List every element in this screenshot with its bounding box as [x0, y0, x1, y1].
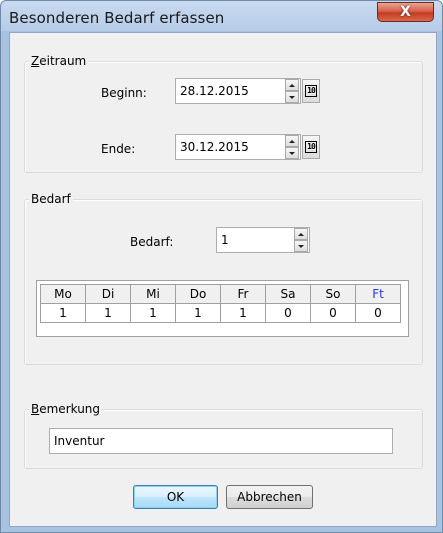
dialog-client-area: Zeitraum Beginn: 28.12.2015 10 Ende: 30.… — [9, 32, 437, 527]
weekday-grid[interactable]: Mo Di Mi Do Fr Sa So Ft 1 1 1 1 1 0 0 0 — [36, 280, 409, 337]
arrow-up-icon — [289, 140, 295, 143]
bedarf-value: 1 — [221, 233, 229, 247]
calendar-icon: 10 — [305, 141, 317, 153]
zeitraum-group-label: Zeitraum — [29, 54, 89, 68]
column-header-mo[interactable]: Mo — [40, 284, 86, 304]
window-title: Besonderen Bedarf erfassen — [9, 9, 225, 27]
close-icon: X — [400, 4, 411, 20]
title-bar[interactable]: Besonderen Bedarf erfassen X — [1, 1, 442, 35]
calendar-icon: 10 — [305, 85, 317, 97]
arrow-up-icon — [289, 84, 295, 87]
arrow-down-icon — [289, 152, 295, 155]
arrow-down-icon — [298, 245, 304, 248]
beginn-calendar-button[interactable]: 10 — [302, 79, 320, 103]
column-header-fr[interactable]: Fr — [220, 284, 266, 304]
column-header-mi[interactable]: Mi — [130, 284, 176, 304]
beginn-spin-down-button[interactable] — [285, 91, 299, 103]
bemerkung-value: Inventur — [54, 434, 105, 448]
ende-spinner[interactable] — [285, 135, 299, 159]
cancel-button[interactable]: Abbrechen — [226, 485, 313, 509]
bedarf-group-label: Bedarf — [29, 192, 73, 206]
dialog-window: Besonderen Bedarf erfassen X Zeitraum Be… — [0, 0, 443, 533]
column-header-di[interactable]: Di — [85, 284, 131, 304]
table-cell-mo[interactable]: 1 — [40, 303, 86, 323]
table-header-row: Mo Di Mi Do Fr Sa So Ft — [40, 284, 401, 304]
beginn-label: Beginn: — [101, 86, 147, 100]
table-cell-so[interactable]: 0 — [310, 303, 356, 323]
ok-button[interactable]: OK — [133, 485, 218, 509]
beginn-spin-up-button[interactable] — [285, 79, 299, 91]
ende-spin-down-button[interactable] — [285, 147, 299, 159]
beginn-spinner[interactable] — [285, 79, 299, 103]
weekday-table: Mo Di Mi Do Fr Sa So Ft 1 1 1 1 1 0 0 0 — [40, 284, 401, 323]
column-header-so[interactable]: So — [310, 284, 356, 304]
arrow-down-icon — [289, 96, 295, 99]
table-cell-do[interactable]: 1 — [175, 303, 221, 323]
table-cell-fr[interactable]: 1 — [220, 303, 266, 323]
ende-calendar-button[interactable]: 10 — [302, 135, 320, 159]
beginn-date-value: 28.12.2015 — [180, 84, 249, 98]
table-cell-ft[interactable]: 0 — [355, 303, 401, 323]
bedarf-spin-down-button[interactable] — [294, 240, 308, 252]
ende-date-value: 30.12.2015 — [180, 140, 249, 154]
bedarf-spin-up-button[interactable] — [294, 228, 308, 240]
column-header-sa[interactable]: Sa — [265, 284, 311, 304]
close-button[interactable]: X — [377, 2, 434, 22]
table-row: 1 1 1 1 1 0 0 0 — [40, 303, 401, 323]
bedarf-spinner[interactable] — [294, 228, 308, 252]
bemerkung-input[interactable]: Inventur — [49, 428, 393, 454]
ende-label: Ende: — [101, 142, 136, 156]
table-cell-mi[interactable]: 1 — [130, 303, 176, 323]
column-header-do[interactable]: Do — [175, 284, 221, 304]
bemerkung-group-label: Bemerkung — [29, 402, 103, 416]
table-cell-sa[interactable]: 0 — [265, 303, 311, 323]
ende-date-field[interactable]: 30.12.2015 — [175, 134, 301, 160]
beginn-date-field[interactable]: 28.12.2015 — [175, 78, 301, 104]
ende-spin-up-button[interactable] — [285, 135, 299, 147]
bedarf-label: Bedarf: — [130, 235, 174, 249]
column-header-ft[interactable]: Ft — [355, 284, 401, 304]
arrow-up-icon — [298, 233, 304, 236]
table-cell-di[interactable]: 1 — [85, 303, 131, 323]
